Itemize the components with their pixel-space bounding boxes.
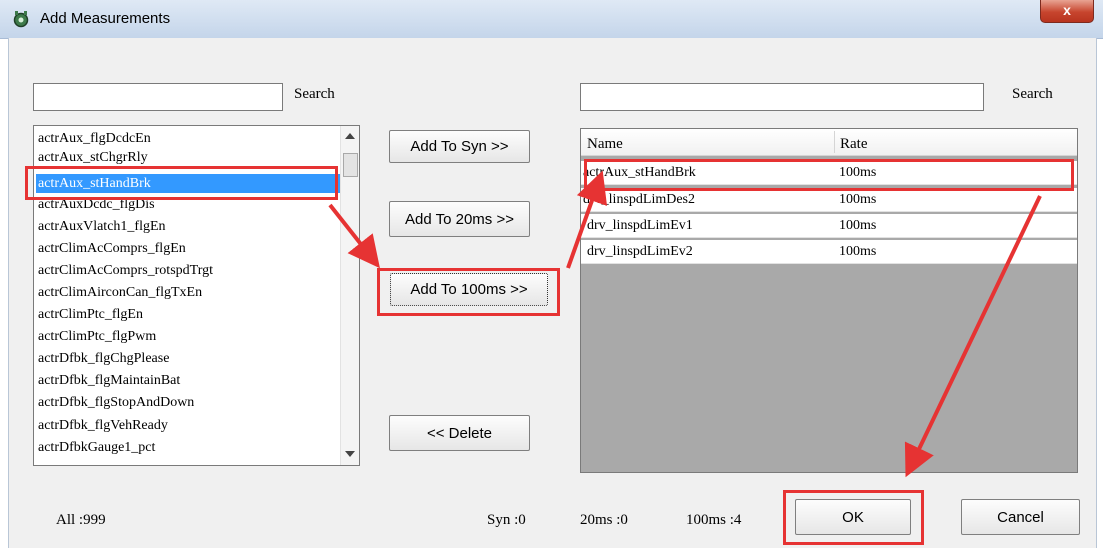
annotation-arrows <box>328 170 1042 478</box>
arrow-to-grid-row <box>566 170 608 269</box>
arrow-to-add-button <box>328 203 380 269</box>
arrow-to-ok-button <box>904 195 1042 478</box>
